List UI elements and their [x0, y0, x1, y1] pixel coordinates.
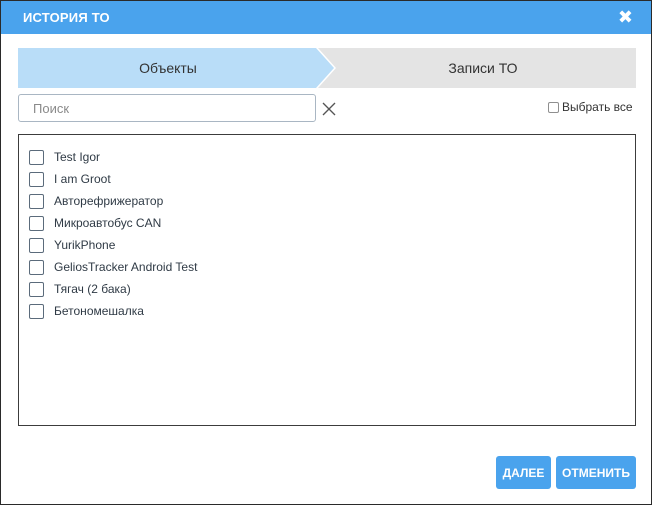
item-checkbox[interactable] [29, 193, 44, 209]
item-checkbox[interactable] [29, 259, 44, 275]
item-checkbox[interactable] [29, 171, 44, 187]
step-objects[interactable]: Объекты [18, 60, 318, 76]
item-checkbox[interactable] [29, 237, 44, 253]
history-to-dialog: ИСТОРИЯ ТО ✖ Объекты Записи ТО Выбрать в… [0, 0, 652, 505]
list-item[interactable]: YurikPhone [29, 237, 115, 253]
objects-list: Test Igor I am Groot Авторефрижератор Ми… [18, 134, 636, 426]
item-label: YurikPhone [54, 238, 116, 252]
list-item[interactable]: Микроавтобус CAN [29, 215, 161, 231]
dialog-title: ИСТОРИЯ ТО [23, 10, 110, 25]
search-box [18, 94, 316, 122]
select-all-box[interactable] [548, 101, 559, 113]
item-label: I am Groot [54, 172, 111, 186]
item-label: GeliosTracker Android Test [54, 260, 198, 274]
step-records[interactable]: Записи ТО [328, 60, 638, 76]
item-label: Test Igor [54, 150, 101, 164]
dialog-titlebar: ИСТОРИЯ ТО ✖ [1, 1, 651, 34]
close-icon[interactable]: ✖ [618, 7, 633, 27]
item-label: Микроавтобус CAN [54, 216, 162, 230]
cancel-button[interactable]: ОТМЕНИТЬ [556, 456, 636, 489]
list-item[interactable]: Test Igor [29, 149, 100, 165]
list-item[interactable]: Бетономешалка [29, 303, 144, 319]
select-all-label: Выбрать все [562, 100, 633, 114]
item-checkbox[interactable] [29, 215, 44, 231]
step-tabs: Объекты Записи ТО [18, 48, 636, 88]
list-item[interactable]: I am Groot [29, 171, 111, 187]
clear-search-icon[interactable] [321, 101, 337, 117]
item-checkbox[interactable] [29, 281, 44, 297]
item-label: Авторефрижератор [54, 194, 164, 208]
list-item[interactable]: Авторефрижератор [29, 193, 163, 209]
item-label: Тягач (2 бака) [54, 282, 131, 296]
item-label: Бетономешалка [54, 304, 144, 318]
search-input[interactable] [19, 95, 303, 121]
list-item[interactable]: Тягач (2 бака) [29, 281, 131, 297]
next-button[interactable]: ДАЛЕЕ [496, 456, 551, 489]
item-checkbox[interactable] [29, 149, 44, 165]
item-checkbox[interactable] [29, 303, 44, 319]
select-all-checkbox[interactable]: Выбрать все [548, 99, 633, 115]
list-item[interactable]: GeliosTracker Android Test [29, 259, 197, 275]
